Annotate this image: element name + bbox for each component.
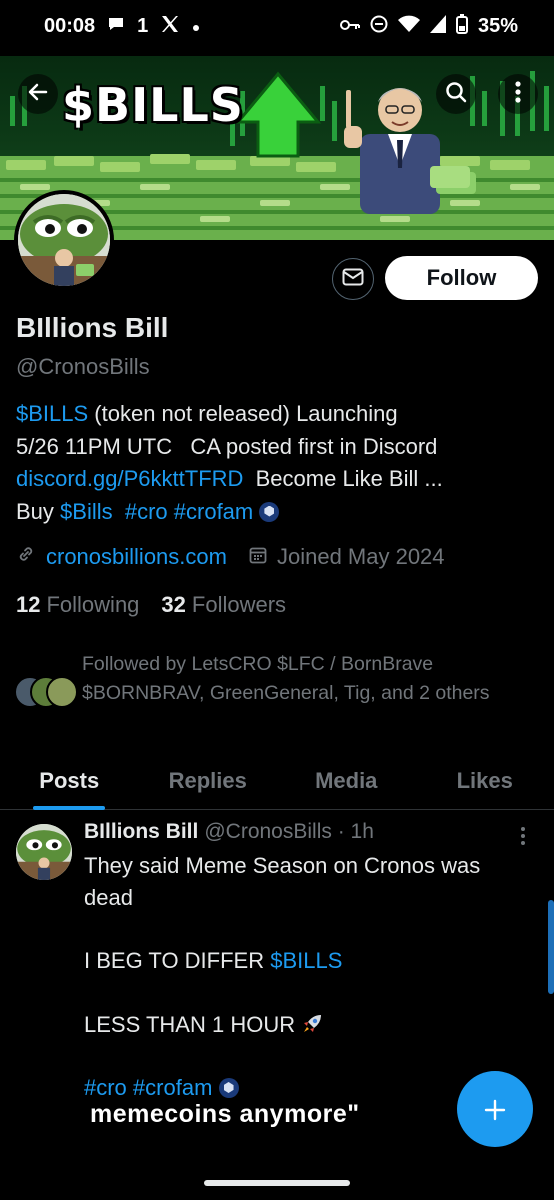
- search-button[interactable]: [436, 74, 476, 114]
- dot-icon: [192, 16, 200, 36]
- bio-hashtag-link[interactable]: #cro: [125, 499, 168, 524]
- pepe-avatar-image: [16, 824, 72, 880]
- followers-label: Followers: [191, 592, 287, 617]
- follow-button[interactable]: Follow: [385, 256, 538, 300]
- post-hashtag-link[interactable]: #crofam: [133, 1075, 212, 1100]
- avatar: [46, 676, 78, 708]
- dnd-icon: [370, 15, 388, 37]
- followed-by-text[interactable]: Followed by LetsCRO $LFC / BornBrave $BO…: [82, 650, 522, 708]
- battery-percent: 35%: [477, 14, 518, 37]
- tab-replies[interactable]: Replies: [139, 752, 278, 809]
- profile-meta: cronosbillions.com Joined May 2024: [16, 544, 445, 570]
- bio-cashtag-link[interactable]: $BILLS: [16, 401, 88, 426]
- compose-plus-icon: [483, 1087, 507, 1132]
- bio-text: Become Like Bill ...: [243, 466, 443, 491]
- bio-discord-link[interactable]: discord.gg/P6kkttTFRD: [16, 466, 243, 491]
- post-text: I BEG TO DIFFER: [84, 948, 271, 973]
- bio-text: (token not released) Launching: [88, 401, 398, 426]
- post-text: LESS THAN 1 HOUR: [84, 1011, 296, 1037]
- more-options-button[interactable]: [498, 74, 538, 114]
- video-caption-overlay: memecoins anymore": [90, 1100, 360, 1128]
- cronos-logo-icon: [218, 1078, 239, 1098]
- bottom-fade: [0, 1150, 554, 1200]
- post-hashtag-link[interactable]: #cro: [84, 1075, 127, 1100]
- search-icon: [444, 80, 468, 109]
- wifi-icon: [397, 15, 420, 37]
- followers-link[interactable]: 32 Followers: [161, 592, 286, 618]
- profile-bio: $BILLS (token not released) Launching 5/…: [16, 398, 536, 528]
- bio-text: Buy: [16, 498, 61, 524]
- more-vertical-icon: [515, 80, 521, 108]
- message-icon: [342, 268, 364, 291]
- tab-posts[interactable]: Posts: [0, 752, 139, 809]
- link-icon: [16, 544, 36, 570]
- message-button[interactable]: [332, 258, 374, 300]
- cronos-logo-icon: [259, 501, 280, 522]
- following-label: Following: [46, 592, 140, 617]
- joined-date: Joined May 2024: [276, 544, 445, 569]
- notification-count: 1: [137, 14, 149, 37]
- following-count: 12: [16, 592, 41, 617]
- follow-counts: 12 Following 32 Followers: [16, 592, 286, 618]
- more-vertical-icon: [520, 827, 526, 850]
- website-link[interactable]: cronosbillions.com: [46, 544, 227, 570]
- post-avatar[interactable]: [16, 824, 72, 880]
- back-arrow-icon: [26, 80, 50, 109]
- post-cashtag-link[interactable]: $BILLS: [270, 948, 342, 973]
- bio-text: 5/26 11PM UTC CA posted first in Discord: [16, 433, 438, 459]
- post-more-button[interactable]: [520, 826, 534, 850]
- battery-icon: [455, 14, 468, 38]
- chat-bubble-icon: [107, 15, 125, 37]
- post-author-name[interactable]: BIllions Bill: [84, 820, 198, 844]
- calendar-icon: [249, 544, 267, 570]
- status-time: 00:08: [44, 14, 96, 37]
- followed-by-avatars[interactable]: [14, 676, 78, 710]
- tab-likes[interactable]: Likes: [416, 752, 554, 809]
- post-header: BIllions Bill @CronosBills · 1h: [84, 820, 374, 844]
- compose-button[interactable]: [457, 1071, 533, 1147]
- scrollbar[interactable]: [548, 900, 554, 994]
- profile-avatar[interactable]: [14, 190, 114, 290]
- post-body: They said Meme Season on Cronos was dead…: [84, 850, 534, 1104]
- following-link[interactable]: 12 Following: [16, 592, 139, 618]
- x-logo-icon: [160, 14, 180, 38]
- status-bar: 00:08 1 35%: [0, 0, 554, 56]
- key-icon: [339, 16, 360, 36]
- profile-name: BIllions Bill: [16, 312, 169, 343]
- bio-cashtag-link[interactable]: $Bills: [60, 499, 113, 524]
- home-indicator[interactable]: [204, 1180, 350, 1186]
- profile-handle: @CronosBills: [16, 354, 150, 379]
- banner-title: $BILLS: [62, 78, 244, 132]
- tab-media[interactable]: Media: [277, 752, 416, 809]
- rocket-emoji-icon: [301, 1012, 323, 1037]
- signal-icon: [429, 15, 446, 37]
- post-text: They said Meme Season on Cronos was dead: [84, 853, 481, 910]
- profile-tabs: Posts Replies Media Likes: [0, 752, 554, 810]
- followers-count: 32: [161, 592, 186, 617]
- pepe-avatar-image: [18, 194, 110, 286]
- bio-hashtag-link[interactable]: #crofam: [174, 499, 253, 524]
- post-handle-time: @CronosBills · 1h: [204, 820, 374, 843]
- back-button[interactable]: [18, 74, 58, 114]
